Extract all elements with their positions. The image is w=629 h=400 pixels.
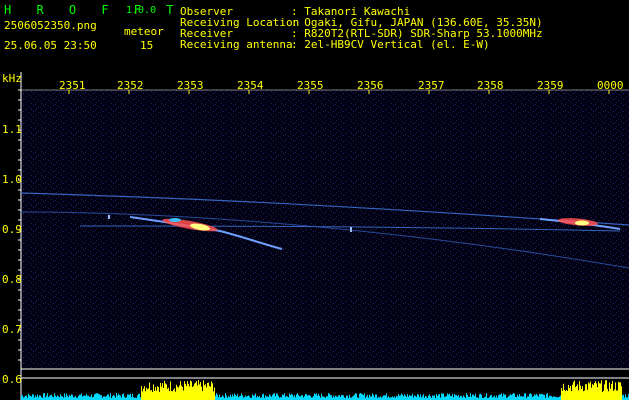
spectrogram-panel <box>18 72 629 400</box>
time-tick-label: 2359 <box>537 79 564 92</box>
time-tick-label: 2352 <box>117 79 144 92</box>
y-tick-label: 1.0 <box>2 173 22 186</box>
app-version: 1.0.0 <box>126 5 157 16</box>
noise-speck <box>350 227 352 232</box>
y-tick-label: 0.7 <box>2 323 22 336</box>
axis-unit-label: kHz <box>2 72 22 85</box>
signal-level-bars <box>21 380 629 400</box>
info-label-antenna: Receiving antenna <box>180 38 293 51</box>
time-tick-label: 2354 <box>237 79 264 92</box>
y-tick-label: 0.9 <box>2 223 22 236</box>
y-tick-label: 1.1 <box>2 123 22 136</box>
info-value-antenna: : 2el-HB9CV Vertical (el. E-W) <box>291 38 490 51</box>
y-tick-label: 0.6 <box>2 373 22 386</box>
time-tick-label: 2355 <box>297 79 324 92</box>
y-tick-label: 0.8 <box>2 273 22 286</box>
meteor-label: meteor <box>124 25 164 38</box>
time-tick-label: 2356 <box>357 79 384 92</box>
time-tick-label: 2358 <box>477 79 504 92</box>
time-tick-label: 0000 <box>597 79 624 92</box>
file-name: 2506052350.png <box>4 19 97 32</box>
time-tick-label: 2357 <box>418 79 445 92</box>
meteor-count: 15 <box>140 39 154 52</box>
noise-speck <box>108 215 110 219</box>
time-tick-label: 2351 <box>59 79 86 92</box>
time-tick-label: 2353 <box>177 79 204 92</box>
date-time: 25.06.05 23:50 <box>4 39 97 52</box>
